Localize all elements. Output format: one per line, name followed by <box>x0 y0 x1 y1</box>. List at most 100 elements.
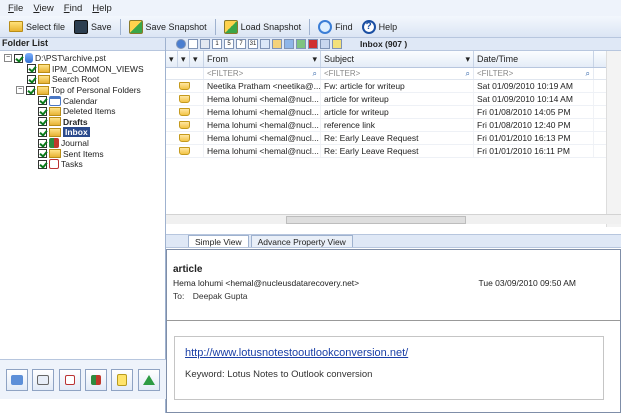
contacts-icon[interactable] <box>284 39 294 49</box>
preview-subject: article <box>173 264 203 275</box>
tab-simple-view[interactable]: Simple View <box>188 235 249 247</box>
column-header-from[interactable]: From ▾ <box>204 51 321 67</box>
column-dropdown-icon[interactable]: ▾ <box>178 51 190 67</box>
image-icon[interactable] <box>296 39 306 49</box>
folder-item-journal[interactable]: Journal <box>0 138 165 149</box>
folder-item-sent-items[interactable]: Sent Items <box>0 148 165 159</box>
help-label: Help <box>378 21 398 32</box>
mail-icon[interactable] <box>260 39 270 49</box>
menu-file[interactable]: File <box>8 3 23 14</box>
column-dropdown-icon[interactable]: ▾ <box>166 51 178 67</box>
table-row[interactable]: Hema lohumi <hemal@nucl... article for w… <box>166 106 621 119</box>
folder-item-deleted-items[interactable]: Deleted Items <box>0 106 165 117</box>
tasks-icon <box>64 374 75 385</box>
filter-subject-input[interactable]: <FILTER> ⌕ <box>321 68 474 79</box>
folder-item-tasks[interactable]: Tasks <box>0 159 165 170</box>
folder-item-ipm-common-views[interactable]: IPM_COMMON_VIEWS <box>0 64 165 75</box>
folder-checkbox[interactable] <box>27 64 36 74</box>
filter-from-input[interactable]: <FILTER> ⌕ <box>204 68 321 79</box>
menu-view[interactable]: View <box>33 3 53 14</box>
refresh-icon[interactable] <box>176 39 186 49</box>
collapse-icon[interactable]: − <box>16 86 24 95</box>
save-button[interactable]: Save <box>71 17 115 37</box>
view-icon[interactable] <box>188 39 198 49</box>
main-toolbar: Select file Save Save Snapshot Load Snap… <box>0 16 621 38</box>
message-list-vertical-scrollbar[interactable] <box>606 51 621 227</box>
folder-list-title: Folder List <box>0 38 165 51</box>
table-row[interactable]: Hema lohumi <hemal@nucl... Re: Early Lea… <box>166 145 621 158</box>
folder-checkbox[interactable] <box>38 149 47 159</box>
envelope-icon <box>179 82 190 90</box>
preview-to-row: To: Deepak Gupta <box>173 291 614 301</box>
nav-tasks-button[interactable] <box>58 368 81 391</box>
table-row[interactable]: Hema lohumi <hemal@nucl... reference lin… <box>166 119 621 132</box>
export-icon[interactable] <box>332 39 342 49</box>
message-list-header: ▾ ▾ ▾ From ▾ Subject ▾ Date/Time <box>166 51 621 68</box>
folder-checkbox[interactable] <box>38 159 47 169</box>
column-dropdown-icon[interactable]: ▾ <box>190 51 204 67</box>
folder-checkbox[interactable] <box>38 127 47 137</box>
row-from: Hema lohumi <hemal@nucl... <box>204 119 321 131</box>
folder-item-top-of-personal-folders[interactable]: − Top of Personal Folders <box>0 85 165 96</box>
menu-help[interactable]: Help <box>92 3 112 14</box>
nav-journal-button[interactable] <box>85 368 108 391</box>
filter-date-input[interactable]: <FILTER> ⌕ <box>474 68 594 79</box>
save-snapshot-button[interactable]: Save Snapshot <box>126 17 210 37</box>
select-file-button[interactable]: Select file <box>6 17 68 37</box>
checklist-icon[interactable] <box>200 39 210 49</box>
chevron-down-icon: ▾ <box>465 53 470 64</box>
filter-placeholder: <FILTER> <box>477 69 514 78</box>
folder-checkbox[interactable] <box>38 96 47 106</box>
filter-placeholder: <FILTER> <box>207 69 244 78</box>
folder-checkbox[interactable] <box>38 117 47 127</box>
folder-item-calendar[interactable]: Calendar <box>0 95 165 106</box>
envelope-icon <box>179 121 190 129</box>
pdf-icon[interactable] <box>308 39 318 49</box>
find-button[interactable]: Find <box>315 17 356 37</box>
folder-icon <box>49 127 61 137</box>
nav-up-button[interactable] <box>137 368 160 391</box>
pst-file-icon <box>25 53 33 64</box>
folder-item-search-root[interactable]: Search Root <box>0 74 165 85</box>
html-icon[interactable] <box>320 39 330 49</box>
scrollbar-thumb[interactable] <box>286 216 466 224</box>
filter-placeholder: <FILTER> <box>324 69 361 78</box>
folder-item-archive[interactable]: − D:\PST\archive.pst <box>0 53 165 64</box>
find-label: Find <box>335 21 353 32</box>
table-row[interactable]: Hema lohumi <hemal@nucl... article for w… <box>166 93 621 106</box>
folder-label: Sent Items <box>63 148 104 159</box>
week-view-icon[interactable]: 7 <box>236 39 246 49</box>
folder-checkbox[interactable] <box>38 106 47 116</box>
tab-advance-property-view[interactable]: Advance Property View <box>250 235 353 247</box>
folder-item-inbox[interactable]: Inbox <box>0 127 165 138</box>
day-view-icon[interactable]: 1 <box>212 39 222 49</box>
nav-mail-button[interactable] <box>6 368 29 391</box>
folder-checkbox[interactable] <box>27 74 36 84</box>
preview-link[interactable]: http://www.lotusnotestooutlookconversion… <box>185 347 593 359</box>
table-row[interactable]: Neetika Pratham <neetika@... Fw: article… <box>166 80 621 93</box>
help-button[interactable]: ? Help <box>359 17 401 37</box>
magnifier-icon <box>318 19 333 34</box>
table-row[interactable]: Hema lohumi <hemal@nucl... Re: Early Lea… <box>166 132 621 145</box>
folder-checkbox[interactable] <box>38 138 47 148</box>
journal-icon <box>49 138 59 149</box>
toolbar-divider <box>119 18 121 35</box>
calendar-icon[interactable] <box>272 39 282 49</box>
folder-item-drafts[interactable]: Drafts <box>0 117 165 128</box>
month-view-icon[interactable]: 31 <box>248 39 258 49</box>
column-header-subject[interactable]: Subject ▾ <box>321 51 474 67</box>
work-week-view-icon[interactable]: 5 <box>224 39 234 49</box>
nav-notes-button[interactable] <box>111 368 134 391</box>
folder-checkbox[interactable] <box>14 53 23 63</box>
folder-tree: − D:\PST\archive.pst IPM_COMMON_VIEWS Se… <box>0 51 165 170</box>
menu-find[interactable]: Find <box>64 3 83 14</box>
collapse-icon[interactable]: − <box>4 54 12 63</box>
nav-contacts-button[interactable] <box>32 368 55 391</box>
column-header-date[interactable]: Date/Time <box>474 51 594 67</box>
message-list-horizontal-scrollbar[interactable] <box>166 214 621 224</box>
folder-checkbox[interactable] <box>26 85 35 95</box>
search-icon: ⌕ <box>585 68 590 78</box>
load-snapshot-button[interactable]: Load Snapshot <box>221 17 305 37</box>
floppy-disk-icon <box>74 19 89 34</box>
row-subject: reference link <box>321 119 474 131</box>
